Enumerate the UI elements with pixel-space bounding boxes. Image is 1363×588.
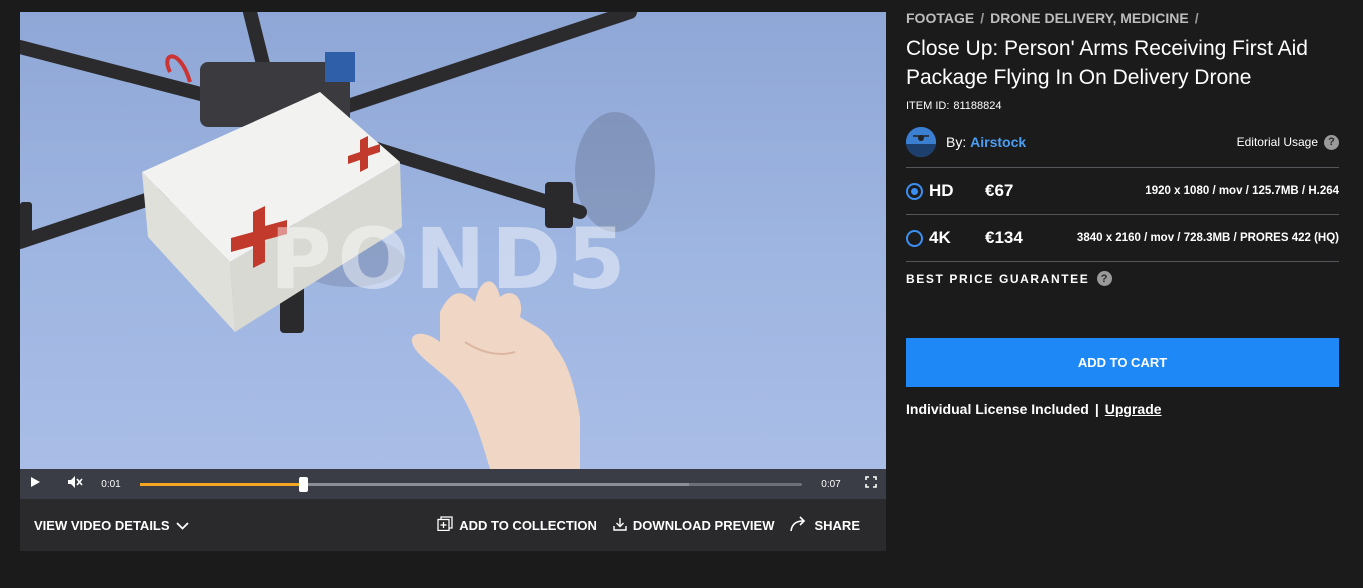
- download-icon: [613, 517, 627, 534]
- duration-time: 0:07: [821, 478, 841, 490]
- share-label: SHARE: [814, 517, 860, 533]
- mute-button[interactable]: [60, 469, 90, 499]
- fullscreen-button[interactable]: [856, 469, 886, 499]
- current-time: 0:01: [101, 478, 121, 490]
- divider: [906, 261, 1339, 262]
- play-icon: [29, 475, 41, 493]
- option-4k-resolution: 4K: [929, 228, 951, 247]
- page-title: Close Up: Person' Arms Receiving First A…: [906, 37, 1308, 89]
- fullscreen-icon: [865, 475, 877, 493]
- option-4k-spec: 3840 x 2160 / mov / 728.3MB / PRORES 422…: [1076, 232, 1339, 244]
- item-id-label: ITEM ID:: [906, 100, 950, 112]
- license-separator: |: [1094, 401, 1099, 417]
- guarantee-label: BEST PRICE GUARANTEE: [906, 271, 1090, 286]
- by-label: By:: [946, 134, 967, 150]
- option-4k-price: €134: [985, 228, 1023, 247]
- video-player: POND5 0:01 0:07 VIEW VIDEO DETAILS ADD T…: [20, 12, 886, 551]
- radio-hd[interactable]: [906, 182, 923, 200]
- help-icon[interactable]: ?: [1324, 134, 1339, 150]
- breadcrumb-drone-delivery-medicine[interactable]: DRONE DELIVERY, MEDICINE: [990, 10, 1189, 26]
- breadcrumb-separator: /: [980, 10, 985, 26]
- option-hd-resolution: HD: [929, 181, 954, 200]
- avatar[interactable]: [906, 127, 936, 157]
- view-details-label: VIEW VIDEO DETAILS: [34, 517, 170, 533]
- author-credit: By: Airstock: [946, 134, 1026, 150]
- played-bar: [140, 482, 303, 486]
- add-collection-icon: [437, 516, 453, 534]
- option-hd[interactable]: HD €67 1920 x 1080 / mov / 125.7MB / H.2…: [906, 168, 1339, 214]
- muted-speaker-icon: [67, 475, 83, 494]
- option-hd-price: €67: [985, 181, 1014, 200]
- option-4k[interactable]: 4K €134 3840 x 2160 / mov / 728.3MB / PR…: [906, 215, 1339, 261]
- product-panel: FOOTAGE / DRONE DELIVERY, MEDICINE / Clo…: [906, 10, 1339, 417]
- video-frame[interactable]: POND5: [20, 12, 886, 469]
- player-controls: 0:01 0:07: [20, 469, 886, 499]
- progress-bar[interactable]: [140, 476, 802, 492]
- item-id-value: 81188824: [953, 100, 1002, 112]
- license-text: Individual License Included: [906, 401, 1089, 417]
- share-button[interactable]: SHARE: [790, 515, 860, 535]
- author-row: By: Airstock Editorial Usage ?: [906, 126, 1339, 158]
- breadcrumb: FOOTAGE / DRONE DELIVERY, MEDICINE /: [906, 10, 1339, 26]
- best-price-guarantee: BEST PRICE GUARANTEE ?: [906, 271, 1339, 286]
- license-info: Individual License Included | Upgrade: [906, 401, 1339, 417]
- breadcrumb-footage[interactable]: FOOTAGE: [906, 10, 974, 26]
- watermark-text: POND5: [270, 210, 632, 308]
- download-preview-label: DOWNLOAD PREVIEW: [632, 517, 775, 533]
- item-id: ITEM ID: 81188824: [906, 100, 1339, 112]
- share-arrow-icon: [790, 515, 808, 535]
- chevron-down-icon: [175, 518, 189, 533]
- scrub-handle[interactable]: [298, 476, 308, 492]
- download-preview-button[interactable]: DOWNLOAD PREVIEW: [613, 517, 775, 534]
- help-icon[interactable]: ?: [1097, 271, 1113, 286]
- breadcrumb-separator: /: [1194, 10, 1199, 26]
- add-to-cart-button[interactable]: ADD TO CART: [906, 338, 1339, 387]
- editorial-usage-label: Editorial Usage: [1236, 135, 1318, 149]
- author-link[interactable]: Airstock: [970, 134, 1026, 150]
- editorial-usage: Editorial Usage ?: [1236, 134, 1339, 150]
- play-button[interactable]: [20, 469, 50, 499]
- option-hd-spec: 1920 x 1080 / mov / 125.7MB / H.264: [1145, 185, 1339, 197]
- video-actions-bar: VIEW VIDEO DETAILS ADD TO COLLECTION DOW…: [20, 499, 886, 551]
- add-to-collection-label: ADD TO COLLECTION: [459, 517, 597, 533]
- view-video-details-button[interactable]: VIEW VIDEO DETAILS: [34, 518, 189, 533]
- radio-4k[interactable]: [906, 229, 923, 247]
- add-to-collection-button[interactable]: ADD TO COLLECTION: [437, 516, 597, 534]
- upgrade-link[interactable]: Upgrade: [1105, 401, 1162, 417]
